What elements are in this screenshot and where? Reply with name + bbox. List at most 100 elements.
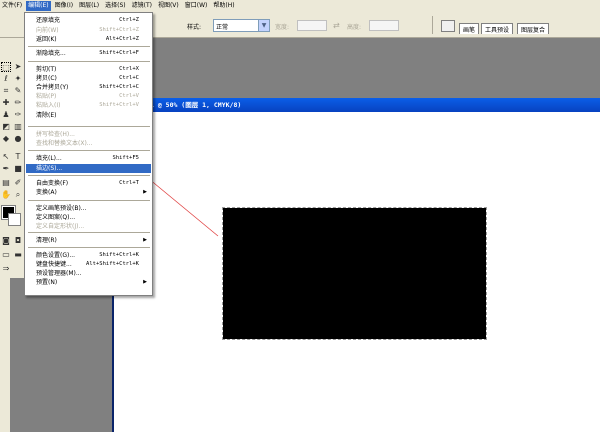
menu-item-fade-fill[interactable]: 渐隐填充... Shift+Ctrl+F [26,49,151,58]
path-select-icon[interactable]: ↖ [1,152,11,162]
background-color-swatch[interactable] [8,213,21,226]
menu-item-label: 向前(W) [36,27,59,34]
swap-icon[interactable]: ⇄ [333,21,340,30]
crop-tool-icon[interactable]: ⌗ [1,86,11,96]
tab-tool-presets[interactable]: 工具预设 [481,23,514,34]
menu-item-label: 颜色设置(G)... [36,252,76,259]
style-label: 样式: [187,24,202,31]
menu-view[interactable]: 视图(V) [156,1,181,11]
menu-item-cut[interactable]: 剪切(T) Ctrl+X [26,65,151,74]
gradient-tool-icon[interactable]: ▥ [13,122,23,132]
menu-item-step-forward: 向前(W) Shift+Ctrl+Z [26,26,151,35]
menu-item-define-brush[interactable]: 定义画笔预设(B)... [26,204,151,213]
left-edge-panel [0,278,10,432]
menu-file[interactable]: 文件(F) [0,1,24,11]
chevron-down-icon[interactable]: ▼ [258,20,269,31]
menu-filter[interactable]: 滤镜(T) [130,1,154,11]
menu-item-find-replace: 查找和替换文本(X)... [26,139,151,148]
menu-item-label: 还原填充 [36,17,61,24]
menu-separator [28,61,150,62]
menu-item-label: 描边(S)... [36,165,63,172]
menu-item-label: 变换(A) [36,189,57,196]
menu-edit[interactable]: 编辑(E) [26,1,51,11]
menu-separator [28,126,150,127]
hand-tool-icon[interactable]: ✋ [1,190,11,200]
menu-item-free-transform[interactable]: 自由变换(F) Ctrl+T [26,179,151,188]
menu-item-copy-merged[interactable]: 合并拷贝(Y) Shift+Ctrl+C [26,83,151,92]
menu-item-shortcut: Ctrl+V [119,93,139,99]
marquee-tool-icon[interactable]: ⬚ [1,62,11,72]
menu-item-keyboard-shortcuts[interactable]: 键盘快捷键... Alt+Shift+Ctrl+K [26,260,151,269]
shape-tool-icon[interactable]: ■ [13,164,23,174]
height-field[interactable] [369,20,399,31]
menu-item-shortcut: Ctrl+C [119,75,139,81]
menu-select[interactable]: 选择(S) [103,1,128,11]
menu-item-transform[interactable]: 变换(A) ▶ [26,188,151,197]
slice-tool-icon[interactable]: ✎ [13,86,23,96]
history-brush-icon[interactable]: ✑ [13,110,23,120]
menu-item-undo-fill[interactable]: 还原填充 Ctrl+Z [26,16,151,25]
healing-brush-icon[interactable]: ✚ [1,98,11,108]
quick-mask-icon[interactable]: ◙ [1,236,11,246]
style-select-value: 正常 [216,24,229,31]
magic-wand-icon[interactable]: ✦ [13,74,23,84]
menu-item-preferences[interactable]: 预置(N) ▶ [26,278,151,287]
menu-item-label: 清除(E) [36,112,57,119]
menu-item-label: 粘贴入(I) [36,102,61,109]
menu-item-label: 清理(R) [36,237,57,244]
menu-window[interactable]: 窗口(W) [183,1,210,11]
stamp-tool-icon[interactable]: ♟ [1,110,11,120]
menu-item-define-custom-shape: 定义自定形状(J)... [26,222,151,231]
menu-item-shortcut: Ctrl+Z [119,17,139,23]
menu-item-preset-manager[interactable]: 预设管理器(M)... [26,269,151,278]
lasso-tool-icon[interactable]: ℓ [1,74,11,84]
menu-item-define-pattern[interactable]: 定义图案(Q)... [26,213,151,222]
notes-tool-icon[interactable]: ▤ [1,178,11,188]
jump-to-icon[interactable]: ⇒ [1,264,11,274]
width-field[interactable] [297,20,327,31]
menu-help[interactable]: 帮助(H) [211,1,236,11]
width-label: 宽度: [275,24,290,31]
style-select[interactable]: 正常 ▼ [213,19,270,32]
selected-black-rectangle[interactable] [222,207,487,340]
menu-item-check-spelling: 拼写检查(H)... [26,130,151,139]
menu-item-step-backward[interactable]: 返回(K) Alt+Ctrl+Z [26,35,151,44]
menu-item-paste: 粘贴(P) Ctrl+V [26,92,151,101]
zoom-tool-icon[interactable]: ⌕ [13,190,23,200]
dodge-tool-icon[interactable]: ● [13,134,23,144]
menu-item-shortcut: Ctrl+X [119,66,139,72]
standard-mode-icon[interactable]: ◘ [13,236,23,246]
pen-tool-icon[interactable]: ✒ [1,164,11,174]
menu-separator [28,200,150,201]
move-tool-icon[interactable]: ➤ [13,62,23,72]
menu-item-copy[interactable]: 拷贝(C) Ctrl+C [26,74,151,83]
menu-item-shortcut: Ctrl+T [119,180,139,186]
submenu-arrow-icon: ▶ [143,279,147,285]
blur-tool-icon[interactable]: ◆ [1,134,11,144]
menu-item-label: 剪切(T) [36,66,57,73]
menu-item-color-settings[interactable]: 颜色设置(G)... Shift+Ctrl+K [26,251,151,260]
menu-item-shortcut: Shift+Ctrl+F [99,50,139,56]
menu-item-purge[interactable]: 清理(R) ▶ [26,236,151,245]
menu-separator [28,232,150,233]
menu-separator [28,247,150,248]
palette-well-icon[interactable] [441,20,455,32]
document-title[interactable]: 1 @ 50% (图层 1, CMYK/8) [114,98,600,112]
brush-tool-icon[interactable]: ✏ [13,98,23,108]
menu-item-stroke[interactable]: 描边(S)... [26,164,151,173]
menu-item-label: 定义图案(Q)... [36,214,76,221]
screen-mode-icon[interactable]: ▭ [1,250,11,260]
menu-item-clear[interactable]: 清除(E) [26,111,151,120]
edit-menu: 还原填充 Ctrl+Z 向前(W) Shift+Ctrl+Z 返回(K) Alt+Ctrl… [24,12,153,296]
fullscreen-mode-icon[interactable]: ▬ [13,250,23,260]
eraser-tool-icon[interactable]: ◩ [1,122,11,132]
tab-layer-comps[interactable]: 图层复合 [517,23,550,34]
menu-item-fill[interactable]: 填充(L)... Shift+F5 [26,154,151,163]
menu-item-shortcut: Shift+Ctrl+Z [99,27,139,33]
tab-brushes[interactable]: 画笔 [459,23,480,34]
menu-item-shortcut: Shift+Ctrl+C [99,84,139,90]
type-tool-icon[interactable]: T [13,152,23,162]
menu-image[interactable]: 图像(I) [53,1,75,11]
menu-layer[interactable]: 图层(L) [77,1,101,11]
eyedropper-icon[interactable]: ✐ [13,178,23,188]
